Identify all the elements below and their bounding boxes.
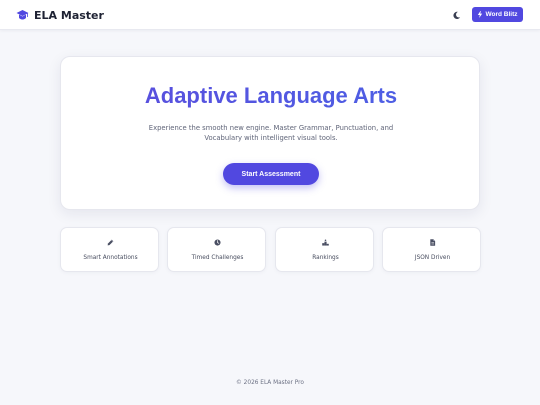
brand-name: ELA Master bbox=[34, 8, 104, 22]
clock-icon bbox=[213, 238, 222, 247]
word-blitz-button[interactable]: Word Blitz bbox=[472, 7, 523, 22]
feature-card-smart-annotations[interactable]: Smart Annotations bbox=[60, 227, 159, 272]
graduation-cap-icon bbox=[16, 10, 29, 20]
file-icon bbox=[428, 238, 437, 247]
theme-toggle-button[interactable] bbox=[450, 9, 462, 21]
feature-label: JSON Driven bbox=[414, 255, 451, 261]
feature-card-timed-challenges[interactable]: Timed Challenges bbox=[167, 227, 266, 272]
feature-label: Timed Challenges bbox=[191, 255, 244, 261]
podium-icon bbox=[321, 238, 330, 247]
footer-copyright: © 2026 ELA Master Pro bbox=[236, 380, 304, 386]
moon-icon bbox=[452, 11, 460, 19]
feature-label: Rankings bbox=[312, 255, 339, 261]
start-assessment-button[interactable]: Start Assessment bbox=[223, 163, 319, 185]
start-assessment-label: Start Assessment bbox=[241, 170, 301, 178]
lightning-bolt-icon bbox=[478, 11, 483, 18]
top-navbar: ELA Master Word Blitz bbox=[0, 0, 540, 30]
brand[interactable]: ELA Master bbox=[16, 7, 104, 23]
hero-subtitle: Experience the smooth new engine. Master… bbox=[148, 124, 394, 142]
pencil-icon bbox=[106, 238, 115, 247]
word-blitz-label: Word Blitz bbox=[485, 11, 518, 18]
hero-card: Adaptive Language Arts Experience the sm… bbox=[60, 56, 480, 210]
feature-card-rankings[interactable]: Rankings bbox=[275, 227, 374, 272]
feature-label: Smart Annotations bbox=[83, 255, 138, 261]
feature-card-json-driven[interactable]: JSON Driven bbox=[382, 227, 481, 272]
hero-title: Adaptive Language Arts bbox=[61, 83, 481, 109]
